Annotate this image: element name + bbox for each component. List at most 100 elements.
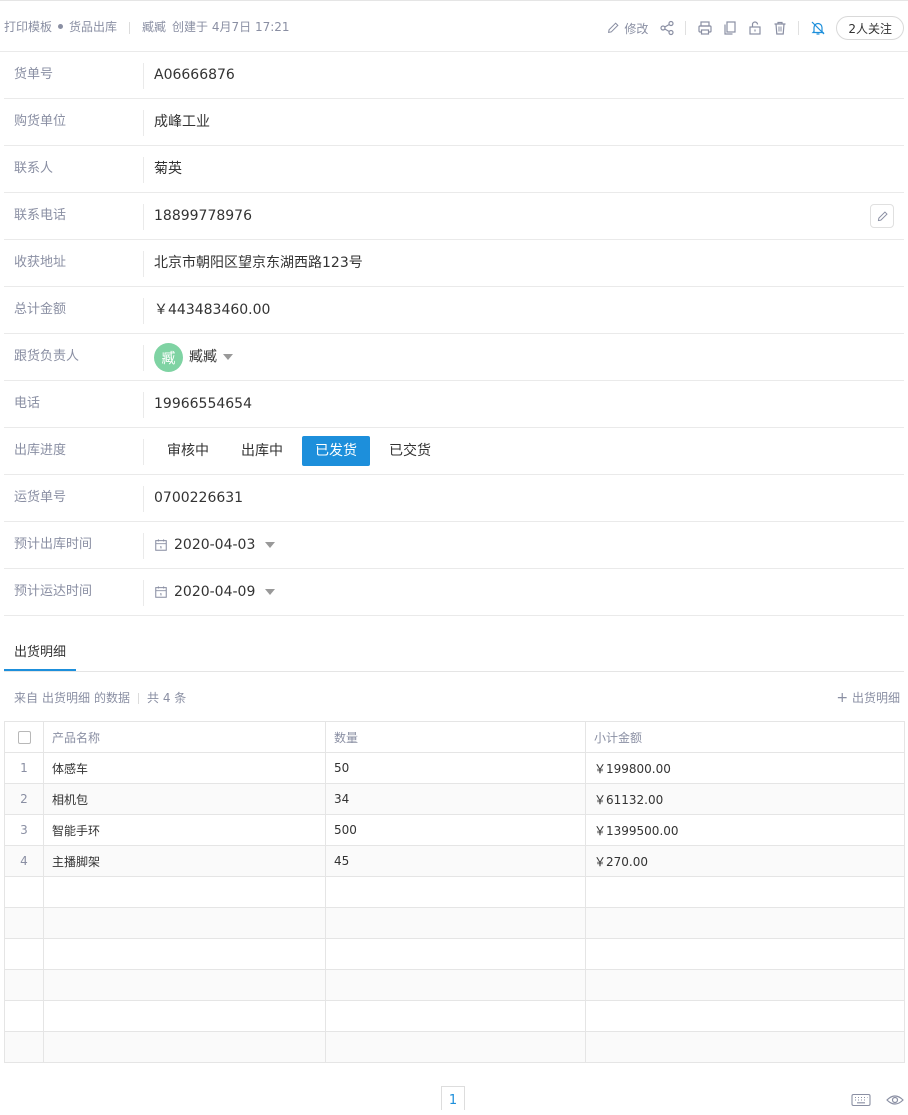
field-divider	[143, 392, 144, 418]
print-button[interactable]	[692, 16, 717, 40]
chevron-down-icon	[265, 589, 276, 595]
unlock-button[interactable]	[742, 16, 767, 40]
field-order-no: 货单号 A06666876	[4, 52, 904, 99]
date-value: 2020-04-03	[174, 537, 256, 553]
share-button[interactable]	[654, 16, 679, 40]
field-label: 电话	[14, 396, 41, 411]
field-divider	[143, 439, 144, 465]
cell-quantity[interactable]: 50	[325, 752, 586, 784]
cell-product-name[interactable]: 智能手环	[43, 814, 326, 846]
cell-quantity[interactable]: 45	[325, 845, 586, 877]
trash-icon	[774, 21, 786, 35]
tab-shipment-detail[interactable]: 出货明细	[4, 640, 77, 671]
field-divider	[143, 204, 144, 230]
copy-button[interactable]	[717, 16, 742, 40]
column-header-amount[interactable]: 小计金额	[585, 721, 905, 753]
detail-table: 产品名称 数量 小计金额 1 体感车 50 ￥199800.00 2 相机包 3…	[4, 721, 905, 1063]
cell-product-name[interactable]: 体感车	[43, 752, 326, 784]
field-divider	[143, 63, 144, 89]
manager-name[interactable]: 臧臧	[189, 334, 217, 380]
field-label: 预计运达时间	[14, 584, 93, 599]
top-bar: 打印模板 货品出库 臧臧 创建于 4月7日 17:21 修改 2人关注	[0, 0, 908, 52]
eye-icon[interactable]	[886, 1093, 904, 1107]
pencil-icon	[608, 22, 619, 34]
source-link[interactable]: 出货明细	[42, 691, 90, 705]
table-header: 产品名称 数量 小计金额	[4, 721, 905, 753]
field-value[interactable]: 19966554654	[154, 381, 252, 427]
field-divider	[143, 251, 144, 277]
followers-button[interactable]: 2人关注	[836, 16, 904, 40]
field-label: 货单号	[14, 67, 54, 82]
column-header-name[interactable]: 产品名称	[43, 721, 326, 753]
progress-step-reviewing[interactable]: 审核中	[154, 436, 222, 466]
inline-edit-button[interactable]	[870, 204, 894, 228]
source-prefix: 来自	[14, 691, 39, 705]
field-label: 出库进度	[14, 443, 67, 458]
cell-amount[interactable]: ￥199800.00	[585, 752, 905, 784]
select-all-checkbox[interactable]	[17, 731, 31, 744]
field-contact-phone: 联系电话 18899778976	[4, 193, 904, 240]
field-value[interactable]: 0700226631	[154, 475, 243, 521]
cell-product-name[interactable]: 主播脚架	[43, 845, 326, 877]
copy-icon	[724, 21, 736, 35]
table-row[interactable]: 1 体感车 50 ￥199800.00	[4, 752, 905, 784]
field-divider	[143, 345, 144, 371]
field-label: 购货单位	[14, 114, 67, 129]
field-value[interactable]: 北京市朝阳区望京东湖西路123号	[154, 240, 363, 286]
progress-step-shipped[interactable]: 已发货	[302, 436, 370, 466]
toolbar-divider	[798, 21, 800, 35]
field-value[interactable]: 18899778976	[154, 193, 252, 239]
field-value[interactable]: A06666876	[154, 52, 235, 98]
field-buyer: 购货单位 成峰工业	[4, 99, 904, 146]
field-divider	[143, 486, 144, 512]
delete-button[interactable]	[767, 16, 792, 40]
cell-quantity[interactable]: 500	[325, 814, 586, 846]
field-value[interactable]: 成峰工业	[154, 99, 210, 145]
column-header-qty[interactable]: 数量	[325, 721, 586, 753]
cell-amount[interactable]: ￥1399500.00	[585, 814, 905, 846]
table-row[interactable]: 2 相机包 34 ￥61132.00	[4, 783, 905, 815]
field-divider	[143, 580, 144, 606]
source-suffix: 的数据	[94, 691, 131, 705]
breadcrumb-template[interactable]: 打印模板	[4, 20, 52, 34]
keyboard-icon[interactable]	[851, 1093, 871, 1107]
field-divider	[143, 533, 144, 559]
field-value[interactable]: ￥443483460.00	[154, 287, 270, 333]
field-divider	[143, 110, 144, 136]
breadcrumb-dot	[58, 24, 64, 29]
progress-step-outbound[interactable]: 出库中	[228, 436, 296, 466]
add-detail-button[interactable]: + 出货明细	[836, 689, 900, 706]
calendar-icon	[155, 539, 167, 551]
chevron-down-icon[interactable]	[223, 354, 233, 360]
table-row[interactable]: 4 主播脚架 45 ￥270.00	[4, 845, 905, 877]
record-owner: 臧臧	[142, 20, 167, 34]
field-value[interactable]: 菊英	[154, 146, 182, 192]
pencil-icon	[877, 210, 888, 221]
field-divider	[143, 298, 144, 324]
field-label: 联系电话	[14, 208, 67, 223]
pagination-page[interactable]: 1	[441, 1086, 465, 1110]
bell-icon	[811, 21, 825, 35]
subscribe-button[interactable]	[805, 16, 830, 40]
progress-step-delivered[interactable]: 已交货	[376, 436, 444, 466]
cell-product-name[interactable]: 相机包	[43, 783, 326, 815]
date-picker[interactable]: 2020-04-09	[154, 569, 276, 615]
table-row-empty	[4, 938, 905, 970]
field-divider	[143, 157, 144, 183]
cell-amount[interactable]: ￥270.00	[585, 845, 905, 877]
field-contact: 联系人 菊英	[4, 146, 904, 193]
cell-quantity[interactable]: 34	[325, 783, 586, 815]
calendar-icon	[155, 586, 167, 598]
table-row-empty	[4, 1000, 905, 1032]
toolbar: 修改 2人关注	[606, 16, 904, 40]
printer-icon	[698, 21, 712, 35]
detail-source: 来自 出货明细 的数据 共 4 条	[14, 689, 186, 706]
field-address: 收获地址 北京市朝阳区望京东湖西路123号	[4, 240, 904, 287]
field-label: 总计金额	[14, 302, 67, 317]
cell-amount[interactable]: ￥61132.00	[585, 783, 905, 815]
field-phone: 电话 19966554654	[4, 381, 904, 428]
date-picker[interactable]: 2020-04-03	[154, 522, 276, 568]
edit-button[interactable]: 修改	[606, 20, 648, 37]
breadcrumb-app[interactable]: 货品出库	[69, 20, 117, 34]
table-row[interactable]: 3 智能手环 500 ￥1399500.00	[4, 814, 905, 846]
